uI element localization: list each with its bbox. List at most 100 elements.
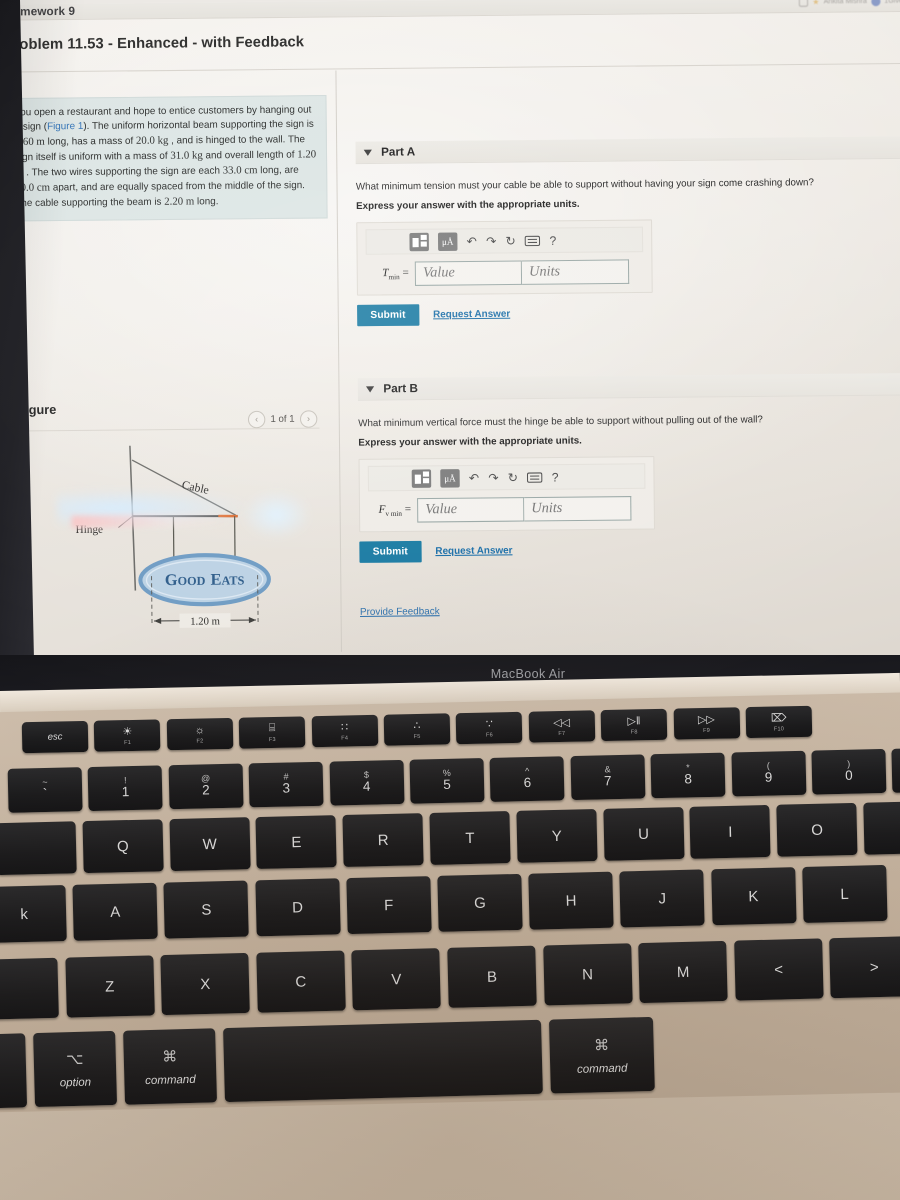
part-b-submit-button[interactable]: Submit <box>359 541 422 564</box>
key-z-Z[interactable]: Z <box>64 955 155 1018</box>
key-f8-playpause[interactable]: ▷‖ F8 <box>600 708 668 742</box>
help-icon[interactable]: ? <box>549 233 556 247</box>
key-z-B[interactable]: B <box>447 945 537 1008</box>
key-5[interactable]: % 5 <box>409 758 485 804</box>
account-chip[interactable]: ★ Ankita Mishra 1Give <box>798 0 900 7</box>
key-a-k[interactable]: k <box>0 885 67 944</box>
figure-1-link[interactable]: Figure 1 <box>47 121 83 133</box>
key-f5-keyboard-dim[interactable]: ∴ F5 <box>383 713 451 746</box>
key-f2-brightness-up[interactable]: ☼ F2 <box>166 717 234 751</box>
key-q-O[interactable]: O <box>776 802 858 857</box>
key-8[interactable]: * 8 <box>650 752 726 799</box>
provide-feedback-link[interactable]: Provide Feedback <box>360 606 440 618</box>
key-option[interactable]: ⌥ option <box>33 1030 118 1108</box>
math-template-icon[interactable] <box>411 469 432 488</box>
key-space[interactable] <box>223 1019 543 1103</box>
key-q-U[interactable]: U <box>602 806 685 861</box>
key-a-J[interactable]: J <box>619 869 705 928</box>
redo-icon[interactable]: ↷ <box>488 471 498 485</box>
figure-navigation[interactable]: ‹ 1 of 1 › <box>247 410 318 429</box>
key-command-left[interactable]: ⌘ command <box>123 1028 217 1105</box>
key-a-G[interactable]: G <box>437 873 523 932</box>
key-a-H[interactable]: H <box>528 871 614 930</box>
chevron-down-icon[interactable] <box>365 385 375 392</box>
key-esc[interactable]: esc <box>21 720 89 754</box>
part-b-field-row: Fv min = <box>368 496 646 523</box>
key-a-K[interactable]: K <box>710 867 797 926</box>
part-a-header[interactable]: Part A <box>355 136 900 165</box>
reset-icon[interactable]: ↻ <box>508 470 518 484</box>
key-f10-mute[interactable]: ⌦ F10 <box>745 705 813 739</box>
help-icon[interactable]: ? <box>552 470 559 484</box>
units-icon[interactable]: μÅ <box>440 469 460 488</box>
key-f7-rewind[interactable]: ◁◁ F7 <box>528 710 596 743</box>
reset-icon[interactable]: ↻ <box>505 234 515 248</box>
key-bottom-label: 5 <box>443 777 451 793</box>
key-f4-launchpad[interactable]: ∷ F4 <box>311 714 378 748</box>
part-b-request-answer-link[interactable]: Request Answer <box>435 546 512 558</box>
avatar-icon[interactable] <box>870 0 881 7</box>
key-control[interactable]: ˄rol <box>0 1033 28 1110</box>
key-q-R[interactable]: R <box>342 813 424 867</box>
chevron-down-icon[interactable] <box>363 149 372 156</box>
key-4[interactable]: $4 <box>329 759 405 806</box>
key-z-M[interactable]: M <box>638 940 728 1004</box>
part-b-value-input[interactable] <box>417 497 525 523</box>
undo-icon[interactable]: ↶ <box>469 471 479 485</box>
key-q-W[interactable]: W <box>169 817 251 872</box>
key-q-E[interactable]: E <box>255 815 338 870</box>
key-z->[interactable]: > <box>829 936 900 999</box>
key-9[interactable]: (9 <box>730 750 806 797</box>
key-z-X[interactable]: X <box>160 952 251 1016</box>
figure-next-button[interactable]: › <box>299 410 318 428</box>
key-glyph: ⌸ <box>268 721 276 735</box>
part-a-value-input[interactable] <box>414 260 523 287</box>
key-tilde[interactable]: ~ ` <box>7 767 83 813</box>
key-f6-keyboard-bright[interactable]: ∵ F6 <box>456 711 523 745</box>
key-q-blank0[interactable] <box>0 821 77 876</box>
key-0[interactable]: ) 0 <box>811 748 887 795</box>
part-b-units-input[interactable] <box>524 496 632 522</box>
part-b-header[interactable]: Part B <box>357 373 900 401</box>
key-z-<[interactable]: < <box>733 938 824 1001</box>
key-minus[interactable]: —- <box>891 747 900 793</box>
key-a-D[interactable]: D <box>254 878 341 937</box>
key-q-P[interactable]: P <box>863 800 900 855</box>
key-f1-brightness-down[interactable]: ☀ F1 <box>94 719 161 752</box>
title-divider <box>0 62 900 73</box>
key-label: command <box>576 1062 628 1076</box>
key-q-Q[interactable]: Q <box>82 819 164 874</box>
part-a-submit-button[interactable]: Submit <box>357 304 419 327</box>
key-f3-mission-control[interactable]: ⌸ F3 <box>238 716 306 749</box>
part-a-units-input[interactable] <box>521 259 630 286</box>
key-label: J <box>658 889 667 908</box>
key-2[interactable]: @2 <box>168 763 244 810</box>
key-a-F[interactable]: F <box>346 876 432 935</box>
key-7[interactable]: & 7 <box>570 754 646 801</box>
key-a-A[interactable]: A <box>72 882 158 941</box>
math-template-icon[interactable] <box>409 232 429 252</box>
key-z-N[interactable]: N <box>542 943 633 1006</box>
key-q-Y[interactable]: Y <box>516 809 598 863</box>
key-q-T[interactable]: T <box>429 811 511 865</box>
key-z-blank0[interactable] <box>0 957 59 1020</box>
key-a-S[interactable]: S <box>163 880 250 939</box>
key-label: command <box>145 1073 196 1087</box>
key-a-L[interactable]: L <box>801 864 888 923</box>
figure-diagram[interactable]: Cable Hinge 1.20 m GOOD EATS <box>18 434 326 646</box>
key-q-I[interactable]: I <box>689 804 771 859</box>
key-6[interactable]: ^ 6 <box>489 756 565 802</box>
redo-icon[interactable]: ↷ <box>486 234 496 248</box>
key-3[interactable]: #3 <box>248 761 324 808</box>
key-f9-fastforward[interactable]: ▷▷ F9 <box>673 707 740 740</box>
key-command-right[interactable]: ⌘ command <box>548 1016 655 1094</box>
keyboard-icon[interactable] <box>527 472 543 483</box>
undo-icon[interactable]: ↶ <box>467 234 477 248</box>
figure-prev-button[interactable]: ‹ <box>247 410 266 429</box>
part-a-request-answer-link[interactable]: Request Answer <box>433 309 510 321</box>
key-1[interactable]: ! 1 <box>87 765 163 812</box>
keyboard-icon[interactable] <box>524 235 541 247</box>
units-icon[interactable]: μÅ <box>437 232 458 251</box>
key-z-C[interactable]: C <box>256 950 346 1013</box>
key-z-V[interactable]: V <box>351 948 442 1011</box>
